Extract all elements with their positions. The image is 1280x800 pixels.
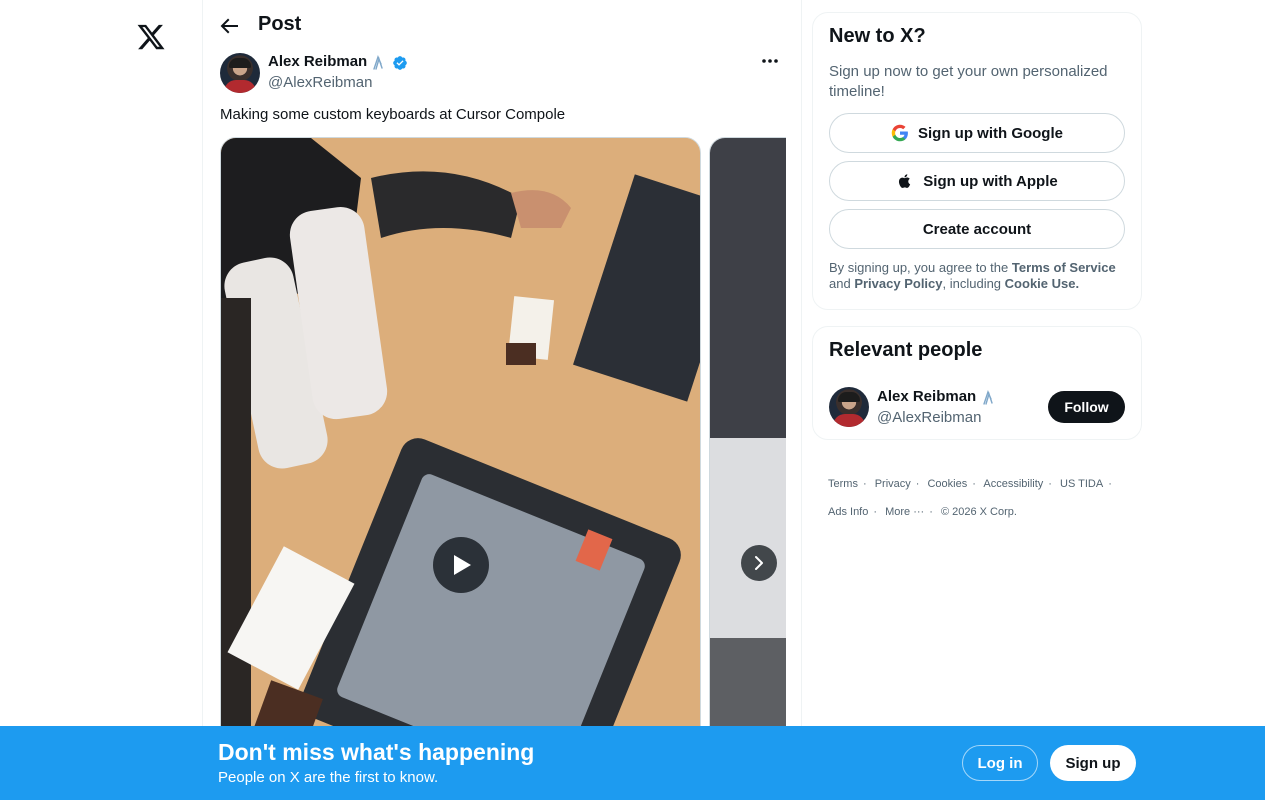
legal-prefix: By signing up, you agree to the: [829, 260, 1009, 275]
footer-link-accessibility[interactable]: Accessibility: [983, 478, 1043, 490]
relevant-person-handle[interactable]: @AlexReibman: [877, 409, 981, 426]
relevant-people-title: Relevant people: [829, 339, 983, 361]
signup-apple-label: Sign up with Apple: [923, 172, 1058, 190]
media-carousel: [220, 137, 786, 737]
footer-link-cookies[interactable]: Cookies: [927, 478, 967, 490]
footer-link-ads-info[interactable]: Ads Info: [828, 506, 868, 518]
signup-legal-text: By signing up, you agree to the Terms of…: [829, 260, 1129, 292]
back-arrow-icon[interactable]: [217, 14, 241, 38]
author-handle[interactable]: @AlexReibman: [268, 74, 372, 91]
post-column: Post Alex Reibman @AlexReibman Making so…: [202, 0, 802, 800]
video-thumbnail[interactable]: [220, 137, 701, 737]
create-account-label: Create account: [922, 220, 1032, 238]
second-media-thumbnail[interactable]: [709, 137, 786, 737]
footer-link-terms[interactable]: Terms: [828, 478, 858, 490]
relevant-person-name[interactable]: Alex Reibman: [877, 388, 976, 405]
signup-card: New to X? Sign up now to get your own pe…: [812, 12, 1142, 310]
google-icon: [891, 124, 909, 142]
signup-button[interactable]: Sign up: [1050, 745, 1136, 781]
relevant-person-avatar[interactable]: [829, 387, 869, 427]
privacy-policy-link[interactable]: Privacy Policy: [854, 276, 942, 291]
terms-of-service-link[interactable]: Terms of Service: [1012, 260, 1116, 275]
signup-card-subtitle: Sign up now to get your own personalized…: [829, 63, 1108, 100]
banner-title: Don't miss what's happening: [218, 739, 535, 765]
signup-google-button[interactable]: Sign up with Google: [829, 113, 1125, 153]
follow-button[interactable]: Follow: [1048, 391, 1125, 423]
signup-card-title: New to X?: [829, 25, 926, 47]
banner-subtitle: People on X are the first to know.: [218, 769, 439, 786]
paperclip-emoji-icon: [979, 389, 997, 407]
signup-google-label: Sign up with Google: [918, 124, 1063, 142]
apple-icon: [896, 172, 914, 190]
post-header: Post: [203, 0, 803, 53]
relevant-people-card: Relevant people Alex Reibman @AlexReibma…: [812, 326, 1142, 440]
footer-link-more[interactable]: More ···: [885, 506, 924, 518]
legal-including: , including: [942, 276, 1002, 291]
post-text: Making some custom keyboards at Cursor C…: [220, 106, 566, 123]
login-banner: Don't miss what's happening People on X …: [0, 726, 1265, 800]
author-avatar[interactable]: [220, 53, 260, 93]
legal-and: and: [829, 276, 851, 291]
footer-link-us-tida[interactable]: US TIDA: [1060, 478, 1103, 490]
create-account-button[interactable]: Create account: [829, 209, 1125, 249]
signup-apple-button[interactable]: Sign up with Apple: [829, 161, 1125, 201]
carousel-next-button[interactable]: [741, 545, 777, 581]
cookie-use-link[interactable]: Cookie Use.: [1005, 276, 1079, 291]
footer-link-privacy[interactable]: Privacy: [875, 478, 911, 490]
footer-links: Terms · Privacy · Cookies · Accessibility · …: [828, 478, 1112, 518]
login-button[interactable]: Log in: [962, 745, 1038, 781]
paperclip-emoji-icon: [369, 54, 387, 72]
x-logo-icon[interactable]: [136, 22, 166, 52]
more-options-icon[interactable]: [759, 50, 781, 72]
page-title: Post: [258, 13, 302, 35]
play-button[interactable]: [433, 537, 489, 593]
footer-copyright: © 2026 X Corp.: [940, 506, 1017, 518]
verified-badge-icon[interactable]: [392, 55, 408, 71]
author-name[interactable]: Alex Reibman: [268, 53, 367, 70]
